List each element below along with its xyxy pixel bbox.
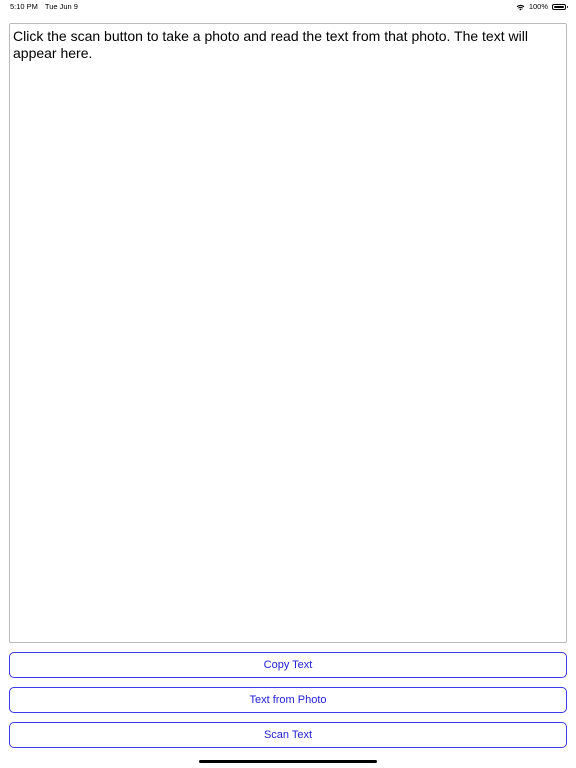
copy-text-button[interactable]: Copy Text [9,652,567,678]
status-bar: 5:10 PM Tue Jun 9 100% [0,0,576,14]
battery-fill [554,6,564,8]
wifi-icon [516,4,525,10]
status-left: 5:10 PM Tue Jun 9 [10,0,83,14]
battery-icon [552,4,568,10]
battery-cap [566,6,568,8]
status-date: Tue Jun 9 [44,2,78,11]
scanned-text-area[interactable]: Click the scan button to take a photo an… [9,23,567,643]
scan-text-button[interactable]: Scan Text [9,722,567,748]
status-right: 100% [516,0,568,14]
text-from-photo-button[interactable]: Text from Photo [9,687,567,713]
battery-percent: 100% [528,2,548,11]
home-indicator [199,760,377,763]
status-time: 5:10 PM [10,2,38,11]
